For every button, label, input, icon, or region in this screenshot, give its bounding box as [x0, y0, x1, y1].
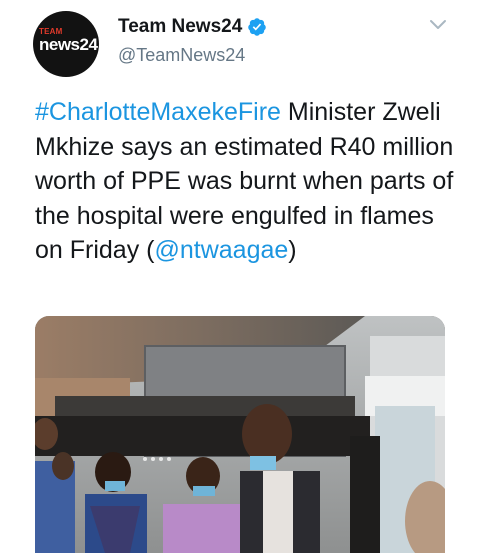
avatar-wordmark: news24	[39, 35, 98, 54]
tweet-text: #CharlotteMaxekeFire Minister Zweli Mkhi…	[35, 95, 455, 268]
chevron-down-icon[interactable]	[429, 19, 447, 31]
photo-scene	[35, 316, 445, 553]
tweet-card[interactable]: TEAM news24 Team News24 @TeamNews24 #Cha…	[0, 0, 480, 553]
tweet-photo[interactable]	[35, 316, 445, 553]
avatar[interactable]: TEAM news24	[33, 11, 99, 77]
display-name[interactable]: Team News24	[118, 16, 242, 38]
verified-badge-icon	[248, 18, 266, 36]
tweet-close-paren: )	[288, 236, 297, 264]
mention-link[interactable]: @ntwaagae	[154, 236, 288, 264]
hashtag-link[interactable]: #CharlotteMaxekeFire	[35, 98, 281, 126]
handle[interactable]: @TeamNews24	[118, 45, 245, 66]
